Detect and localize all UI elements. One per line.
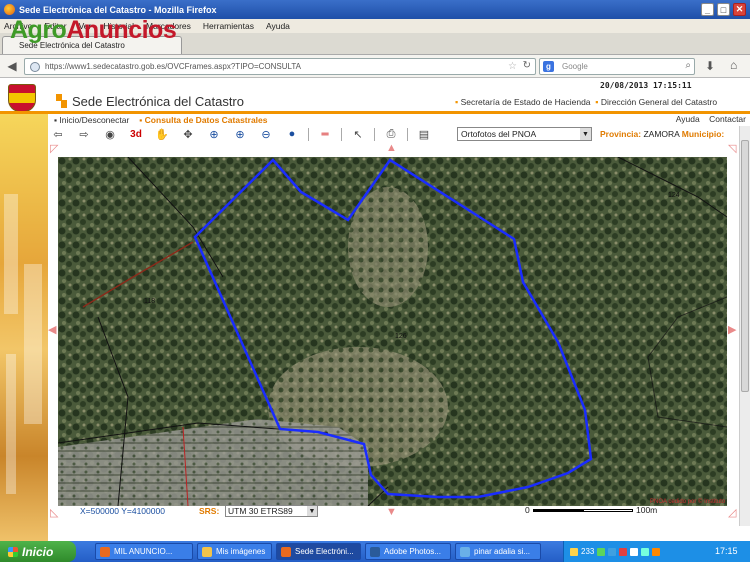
task-sede-electronica[interactable]: Sede Electróni... bbox=[276, 543, 361, 560]
close-icon[interactable]: ✕ bbox=[733, 3, 746, 16]
move-icon[interactable]: ✥ bbox=[178, 127, 198, 142]
task-mil-anuncios[interactable]: MIL ANUNCIO... bbox=[95, 543, 193, 560]
link-ayuda[interactable]: Ayuda bbox=[676, 114, 700, 124]
decorative-side-image bbox=[0, 114, 48, 542]
back-icon[interactable]: ◀ bbox=[3, 57, 21, 75]
header-links: ▪ Secretaría de Estado de Hacienda ▪ Dir… bbox=[455, 97, 718, 107]
select-cursor-icon[interactable]: ↖ bbox=[348, 127, 368, 142]
pan-east-icon[interactable]: ▶ bbox=[728, 323, 736, 336]
menu-ayuda[interactable]: Ayuda bbox=[266, 21, 290, 31]
parcel-label-124: 124 bbox=[668, 192, 680, 199]
start-button[interactable]: Inicio bbox=[0, 541, 76, 562]
pan-hand-icon[interactable]: ✋ bbox=[152, 127, 172, 142]
window-title: Sede Electrónica del Catastro - Mozilla … bbox=[19, 4, 217, 15]
legend-icon[interactable]: ▤ bbox=[414, 127, 434, 142]
spain-crest-icon bbox=[8, 84, 36, 112]
network-icon bbox=[597, 547, 606, 556]
chevron-down-icon[interactable]: ▼ bbox=[307, 506, 317, 516]
tray-icon bbox=[641, 547, 650, 556]
toolbar-separator bbox=[407, 127, 408, 141]
zoom-box-icon[interactable]: ⊕ bbox=[204, 127, 224, 142]
agroanuncios-watermark: AgroAnuncios bbox=[10, 16, 177, 44]
globe-icon[interactable]: ● bbox=[282, 127, 302, 142]
site-identity-icon[interactable] bbox=[30, 62, 40, 72]
search-input[interactable]: g Google ⌕ bbox=[539, 58, 695, 75]
tray-badge: 233 bbox=[581, 547, 595, 556]
zoom-out-icon[interactable]: ⊖ bbox=[256, 127, 276, 142]
map-copyright: PNOA cedido por © Instituto Geográfico N… bbox=[650, 498, 727, 505]
scrollbar-thumb[interactable] bbox=[741, 140, 749, 392]
search-placeholder: Google bbox=[562, 62, 588, 71]
pan-northwest-icon[interactable]: ◸ bbox=[50, 142, 58, 155]
provincia-info: Provincia: ZAMORA Municipio: bbox=[600, 129, 725, 139]
map-svg: 118 126 124 PNOA cedido por © Instituto … bbox=[58, 157, 727, 506]
bookmark-star-icon[interactable]: ☆ bbox=[508, 61, 517, 72]
windows-logo-icon bbox=[8, 546, 18, 557]
srs-label: SRS: bbox=[199, 506, 220, 516]
back-arrow-icon[interactable]: ⇦ bbox=[48, 127, 68, 142]
layer-select[interactable]: Ortofotos del PNOA ▼ bbox=[457, 127, 592, 141]
scale-max: 100m bbox=[636, 505, 658, 515]
scale-zero: 0 bbox=[525, 505, 530, 515]
home-icon[interactable]: ⌂ bbox=[730, 58, 737, 72]
map-view[interactable]: 118 126 124 PNOA cedido por © Instituto … bbox=[58, 157, 727, 506]
date-time: 20/08/2013 17:15:11 bbox=[600, 81, 692, 90]
forward-arrow-icon[interactable]: ⇨ bbox=[74, 127, 94, 142]
print-icon[interactable]: ⎙ bbox=[381, 127, 401, 142]
bluetooth-icon bbox=[608, 547, 617, 556]
firefox-icon bbox=[281, 546, 291, 557]
photoshop-icon bbox=[370, 546, 380, 557]
task-adobe-photoshop[interactable]: Adobe Photos... bbox=[365, 543, 451, 560]
link-consulta[interactable]: ▪ Consulta de Datos Catastrales bbox=[139, 115, 267, 125]
vertical-scrollbar[interactable] bbox=[739, 126, 750, 526]
sub-navigation: ▪ Inicio/Desconectar ▪ Consulta de Datos… bbox=[48, 114, 750, 126]
zoom-in-icon[interactable]: ⊕ bbox=[230, 127, 250, 142]
pan-northeast-icon[interactable]: ◹ bbox=[728, 142, 736, 155]
clock: 17:15 bbox=[715, 546, 738, 556]
parcel-label-126: 126 bbox=[395, 333, 407, 340]
measure-icon[interactable]: ═ bbox=[315, 127, 335, 142]
link-inicio[interactable]: ▪ Inicio/Desconectar bbox=[54, 115, 129, 125]
scale-bar-segment bbox=[583, 509, 633, 512]
folder-icon bbox=[202, 546, 212, 557]
toolbar-separator bbox=[341, 127, 342, 141]
link-direccion[interactable]: Dirección General del Catastro bbox=[601, 97, 717, 107]
site-title[interactable]: Sede Electrónica del Catastro bbox=[72, 94, 244, 109]
image-viewer-icon bbox=[460, 546, 470, 557]
firefox-icon bbox=[100, 546, 110, 557]
parcel-label-118: 118 bbox=[144, 298, 155, 305]
toolbar-separator bbox=[308, 127, 309, 141]
pan-north-icon[interactable]: ▲ bbox=[386, 142, 397, 154]
volume-icon bbox=[630, 547, 639, 556]
antivirus-icon bbox=[619, 547, 628, 556]
firefox-logo-icon bbox=[4, 4, 15, 15]
tray-icon bbox=[570, 547, 578, 556]
reload-icon[interactable]: ↻ bbox=[523, 60, 531, 71]
link-contactar[interactable]: Contactar bbox=[709, 114, 746, 124]
coordinates-readout: X=500000 Y=4100000 bbox=[80, 506, 165, 516]
pan-south-icon[interactable]: ▼ bbox=[386, 506, 397, 518]
toolbar-separator bbox=[374, 127, 375, 141]
pan-west-icon[interactable]: ◀ bbox=[48, 323, 56, 336]
3d-icon[interactable]: 3d bbox=[126, 127, 146, 142]
menu-herramientas[interactable]: Herramientas bbox=[203, 21, 254, 31]
task-pinar-adalia[interactable]: pinar adalia si... bbox=[455, 543, 541, 560]
catastro-logo-icon bbox=[56, 94, 67, 108]
google-icon[interactable]: g bbox=[543, 61, 554, 72]
download-icon[interactable]: ⬇ bbox=[705, 59, 715, 73]
chevron-down-icon[interactable]: ▼ bbox=[580, 128, 591, 140]
srs-select[interactable]: UTM 30 ETRS89 ▼ bbox=[225, 505, 318, 517]
pan-southwest-icon[interactable]: ◺ bbox=[50, 506, 58, 519]
url-text: https://www1.sedecatastro.gob.es/OVCFram… bbox=[45, 62, 302, 71]
url-bar[interactable]: https://www1.sedecatastro.gob.es/OVCFram… bbox=[24, 58, 536, 75]
subnav-right: Ayuda Contactar bbox=[676, 114, 746, 124]
task-mis-imagenes[interactable]: Mis imágenes bbox=[197, 543, 272, 560]
minimize-icon[interactable]: _ bbox=[701, 3, 714, 16]
tray-icon bbox=[652, 547, 661, 556]
pan-southeast-icon[interactable]: ◿ bbox=[728, 506, 736, 519]
binoculars-icon[interactable]: ◉ bbox=[100, 127, 120, 142]
link-secretaria[interactable]: Secretaría de Estado de Hacienda bbox=[461, 97, 591, 107]
search-icon[interactable]: ⌕ bbox=[685, 60, 691, 71]
maximize-icon[interactable]: □ bbox=[717, 3, 730, 16]
